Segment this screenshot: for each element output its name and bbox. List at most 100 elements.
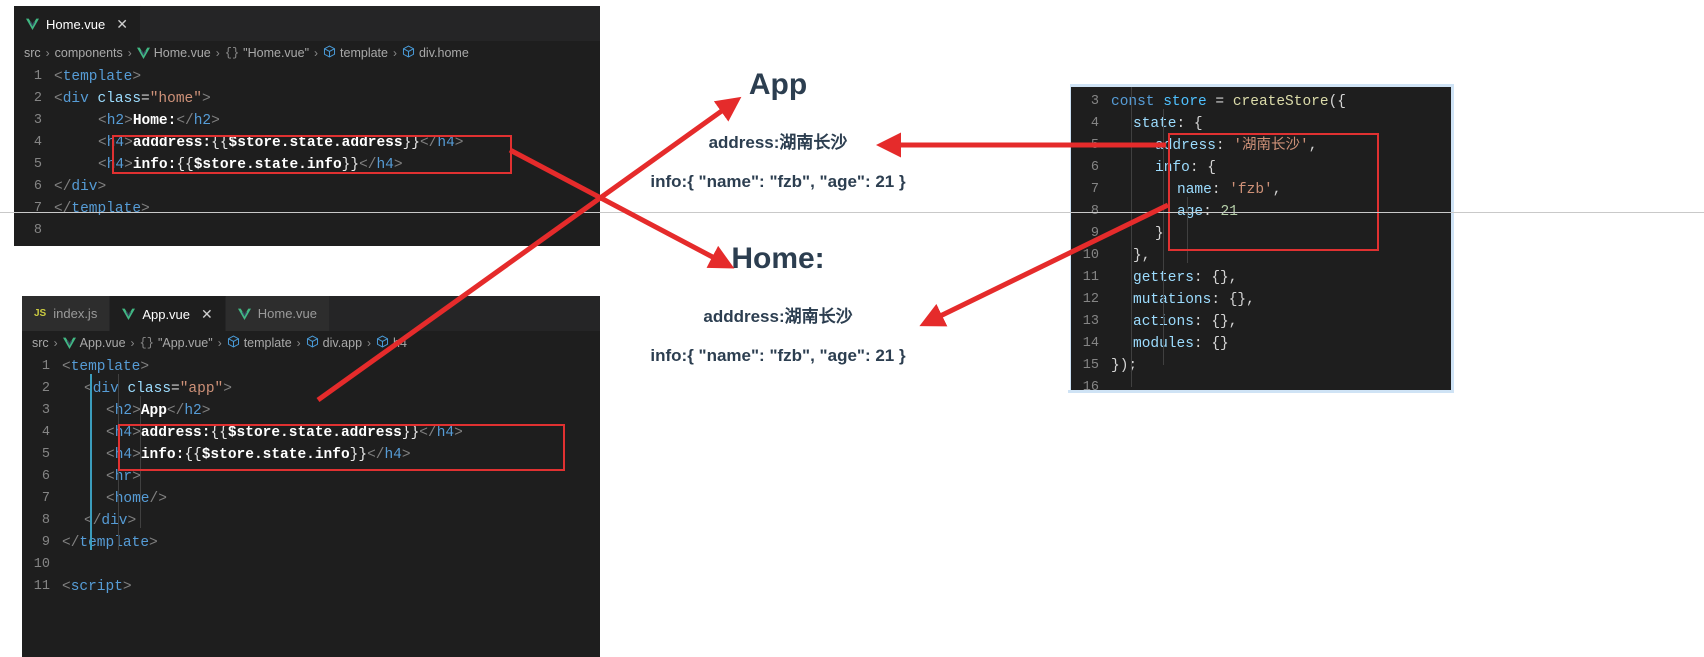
code-token: : bbox=[1211, 182, 1230, 198]
code-line[interactable]: 6 </div> bbox=[14, 176, 600, 198]
line-content[interactable]: mutations: {}, bbox=[1111, 289, 1451, 311]
line-content[interactable]: getters: {}, bbox=[1111, 267, 1451, 289]
breadcrumb-item-home-vue[interactable]: Home.vue bbox=[136, 46, 211, 60]
home-code-area[interactable]: 1 <template> 2 <div class="home"> 3 <h2>Home:… bbox=[14, 64, 600, 242]
code-line[interactable]: 2 <div class="home"> bbox=[14, 88, 600, 110]
line-content[interactable]: <h2>Home:</h2> bbox=[54, 110, 600, 132]
line-content[interactable] bbox=[54, 220, 600, 242]
line-content[interactable]: }); bbox=[1111, 355, 1451, 377]
code-token: const bbox=[1111, 94, 1155, 110]
line-content[interactable]: }, bbox=[1111, 245, 1451, 267]
line-content[interactable]: state: { bbox=[1111, 113, 1451, 135]
code-line[interactable]: 13 actions: {}, bbox=[1071, 311, 1451, 333]
code-token: template bbox=[62, 69, 133, 85]
code-token: < bbox=[62, 579, 71, 595]
line-content[interactable]: <script> bbox=[62, 576, 600, 598]
tab-home-vue[interactable]: Home.vue ✕ bbox=[14, 6, 141, 41]
code-line[interactable]: 14 modules: {} bbox=[1071, 333, 1451, 355]
line-content[interactable]: <h4>info:{{$store.state.info}}</h4> bbox=[54, 154, 600, 176]
app-code-area[interactable]: 1 <template> 2 <div class="app"> 3 <h2>App</h… bbox=[22, 354, 600, 598]
breadcrumb-item-h4[interactable]: h4 bbox=[376, 335, 407, 351]
tab-app-vue[interactable]: App.vue ✕ bbox=[110, 296, 226, 331]
code-line[interactable]: 15}); bbox=[1071, 355, 1451, 377]
close-icon[interactable]: ✕ bbox=[201, 306, 213, 323]
line-content[interactable] bbox=[62, 554, 600, 576]
code-line[interactable]: 7 <home/> bbox=[22, 488, 600, 510]
code-line[interactable]: 11 <script> bbox=[22, 576, 600, 598]
store-editor-panel[interactable]: 3 const store = createStore({4 state: {5 ad… bbox=[1068, 84, 1454, 393]
code-line[interactable]: 7 </template> bbox=[14, 198, 600, 220]
code-line[interactable]: 3 const store = createStore({ bbox=[1071, 91, 1451, 113]
line-content[interactable]: </template> bbox=[62, 532, 600, 554]
code-line[interactable]: 8 bbox=[14, 220, 600, 242]
app-editor-tabbar[interactable]: JS index.js App.vue ✕ Home.vue bbox=[22, 296, 600, 331]
code-line[interactable]: 4 <h4>adddress:{{$store.state.address}}</… bbox=[14, 132, 600, 154]
breadcrumb-item-src[interactable]: src bbox=[32, 336, 49, 350]
code-line[interactable]: 6 <hr> bbox=[22, 466, 600, 488]
code-line[interactable]: 7 name: 'fzb', bbox=[1071, 179, 1451, 201]
line-content[interactable]: } bbox=[1111, 223, 1451, 245]
code-line[interactable]: 12 mutations: {}, bbox=[1071, 289, 1451, 311]
line-content[interactable]: <h4>info:{{$store.state.info}}</h4> bbox=[62, 444, 600, 466]
breadcrumb-item-div-home[interactable]: div.home bbox=[402, 45, 469, 61]
line-content[interactable]: <h4>address:{{$store.state.address}}</h4… bbox=[62, 422, 600, 444]
line-content[interactable] bbox=[1111, 377, 1451, 390]
line-content[interactable]: <h2>App</h2> bbox=[62, 400, 600, 422]
breadcrumb-item-app-vue[interactable]: App.vue bbox=[62, 336, 126, 350]
code-line[interactable]: 3 <h2>Home:</h2> bbox=[14, 110, 600, 132]
breadcrumb-item-app-vue-symbol[interactable]: {} "App.vue" bbox=[140, 336, 213, 350]
code-line[interactable]: 10 bbox=[22, 554, 600, 576]
breadcrumb-item-template[interactable]: template bbox=[227, 335, 292, 351]
line-content[interactable]: modules: {} bbox=[1111, 333, 1451, 355]
close-icon[interactable]: ✕ bbox=[116, 16, 128, 33]
code-line[interactable]: 8 </div> bbox=[22, 510, 600, 532]
line-content[interactable]: </div> bbox=[54, 176, 600, 198]
line-content[interactable]: <hr> bbox=[62, 466, 600, 488]
breadcrumb-item-home-vue-symbol[interactable]: {} "Home.vue" bbox=[225, 46, 309, 60]
code-line[interactable]: 5 address: '湖南长沙', bbox=[1071, 135, 1451, 157]
code-token: /> bbox=[149, 491, 167, 507]
code-line[interactable]: 11 getters: {}, bbox=[1071, 267, 1451, 289]
line-content[interactable]: <h4>adddress:{{$store.state.address}}</h… bbox=[54, 132, 600, 154]
home-editor-tabbar[interactable]: Home.vue ✕ bbox=[14, 6, 600, 41]
code-line[interactable]: 6 info: { bbox=[1071, 157, 1451, 179]
code-line[interactable]: 16 bbox=[1071, 377, 1451, 390]
code-line[interactable]: 3 <h2>App</h2> bbox=[22, 400, 600, 422]
app-vue-editor-panel[interactable]: JS index.js App.vue ✕ Home.vue src › App… bbox=[22, 296, 600, 657]
code-line[interactable]: 5 <h4>info:{{$store.state.info}}</h4> bbox=[22, 444, 600, 466]
tab-index-js[interactable]: JS index.js bbox=[22, 296, 111, 331]
store-code-area[interactable]: 3 const store = createStore({4 state: {5 ad… bbox=[1071, 87, 1451, 390]
line-content[interactable]: <div class="app"> bbox=[62, 378, 600, 400]
home-vue-editor-panel[interactable]: Home.vue ✕ src › components › Home.vue ›… bbox=[14, 6, 600, 246]
code-line[interactable]: 2 <div class="app"> bbox=[22, 378, 600, 400]
line-content[interactable]: address: '湖南长沙', bbox=[1111, 135, 1451, 157]
breadcrumb[interactable]: src › components › Home.vue › {} "Home.v… bbox=[14, 41, 600, 64]
code-line[interactable]: 10}, bbox=[1071, 245, 1451, 267]
breadcrumb-item-template[interactable]: template bbox=[323, 45, 388, 61]
breadcrumb-item-components[interactable]: components bbox=[55, 46, 123, 60]
code-token: div bbox=[62, 91, 89, 107]
line-content[interactable]: <div class="home"> bbox=[54, 88, 600, 110]
code-token: h2 bbox=[184, 403, 202, 419]
breadcrumb-item-src[interactable]: src bbox=[24, 46, 41, 60]
code-line[interactable]: 1 <template> bbox=[22, 356, 600, 378]
line-content[interactable]: </template> bbox=[54, 198, 600, 220]
line-content[interactable]: <template> bbox=[54, 66, 600, 88]
line-content[interactable]: </div> bbox=[62, 510, 600, 532]
line-content[interactable]: info: { bbox=[1111, 157, 1451, 179]
code-line[interactable]: 4 <h4>address:{{$store.state.address}}</h… bbox=[22, 422, 600, 444]
code-line[interactable]: 1 <template> bbox=[14, 66, 600, 88]
code-line[interactable]: 9} bbox=[1071, 223, 1451, 245]
line-content[interactable]: const store = createStore({ bbox=[1111, 91, 1451, 113]
breadcrumb-item-div-app[interactable]: div.app bbox=[306, 335, 362, 351]
line-content[interactable]: <template> bbox=[62, 356, 600, 378]
tab-home-vue[interactable]: Home.vue bbox=[225, 296, 330, 331]
code-token: adddress: bbox=[132, 135, 212, 151]
breadcrumb[interactable]: src › App.vue › {} "App.vue" › template … bbox=[22, 331, 600, 354]
line-content[interactable]: name: 'fzb', bbox=[1111, 179, 1451, 201]
line-content[interactable]: <home/> bbox=[62, 488, 600, 510]
line-content[interactable]: actions: {}, bbox=[1111, 311, 1451, 333]
code-line[interactable]: 5 <h4>info:{{$store.state.info}}</h4> bbox=[14, 154, 600, 176]
code-line[interactable]: 4 state: { bbox=[1071, 113, 1451, 135]
code-line[interactable]: 9 </template> bbox=[22, 532, 600, 554]
